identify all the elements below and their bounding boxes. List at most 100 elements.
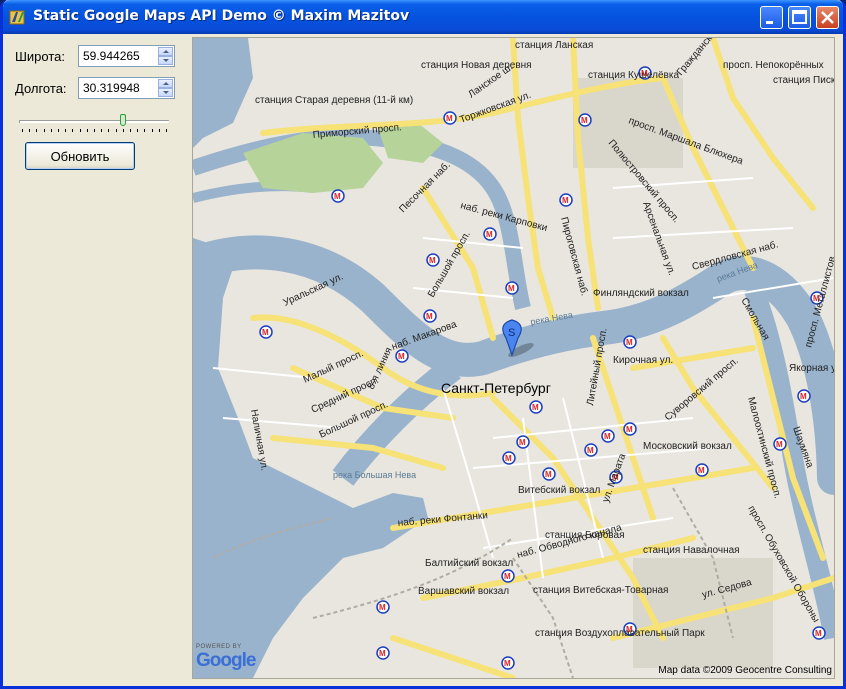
zoom-slider-tick — [36, 129, 37, 132]
metro-icon: M — [623, 422, 637, 436]
zoom-slider-tick — [108, 129, 109, 132]
svg-text:M: M — [262, 328, 269, 337]
svg-text:M: M — [446, 114, 453, 123]
map-attribution: Map data ©2009 Geocentre Consulting — [658, 665, 832, 676]
zoom-slider-tick — [166, 129, 167, 132]
map-label: просп. Непокорённых — [723, 60, 824, 71]
map-label: станция Кушелёвка — [588, 70, 679, 81]
metro-icon: M — [516, 435, 530, 449]
map-label: станция Пискарёвка — [773, 75, 834, 86]
metro-icon: M — [559, 193, 573, 207]
metro-icon: M — [601, 429, 615, 443]
controls-panel: Широта: Долгота: Обновить — [3, 34, 191, 686]
svg-text:M: M — [532, 403, 539, 412]
zoom-slider-tick — [72, 129, 73, 132]
longitude-spin-buttons — [158, 79, 173, 97]
svg-text:M: M — [581, 116, 588, 125]
zoom-slider-tick — [44, 129, 45, 132]
google-logo[interactable]: POWERED BY Google — [196, 644, 256, 674]
latitude-increment-button[interactable] — [158, 47, 173, 56]
zoom-slider-tick — [65, 129, 66, 132]
svg-text:M: M — [587, 446, 594, 455]
svg-text:M: M — [379, 649, 386, 658]
zoom-slider-thumb[interactable] — [120, 114, 126, 126]
client-area: Широта: Долгота: Обновить — [3, 34, 843, 686]
latitude-input[interactable] — [81, 47, 161, 65]
metro-icon: M — [773, 437, 787, 451]
svg-text:M: M — [519, 438, 526, 447]
metro-icon: M — [395, 349, 409, 363]
window-title: Static Google Maps API Demo © Maxim Mazi… — [33, 8, 410, 24]
city-name-label: Санкт-Петербург — [441, 380, 551, 396]
longitude-decrement-button[interactable] — [158, 88, 173, 97]
map-label: Финляндский вокзал — [593, 288, 689, 299]
metro-icon: M — [623, 335, 637, 349]
svg-text:M: M — [486, 230, 493, 239]
longitude-spinbox[interactable] — [78, 77, 175, 99]
update-button[interactable]: Обновить — [25, 142, 135, 170]
longitude-input[interactable] — [81, 79, 161, 97]
svg-text:M: M — [504, 659, 511, 668]
minimize-icon — [766, 21, 773, 24]
svg-text:M: M — [334, 192, 341, 201]
svg-text:M: M — [398, 352, 405, 361]
minimize-button[interactable] — [760, 6, 783, 29]
map-view[interactable]: M M M M M M M M M M M M M M M M M M M M … — [192, 37, 835, 679]
metro-icon: M — [502, 451, 516, 465]
longitude-increment-button[interactable] — [158, 79, 173, 88]
metro-icon: M — [501, 569, 515, 583]
latitude-spinbox[interactable] — [78, 45, 175, 67]
svg-text:M: M — [504, 572, 511, 581]
metro-icon: M — [529, 400, 543, 414]
metro-icon: M — [505, 281, 519, 295]
app-window: Static Google Maps API Demo © Maxim Mazi… — [0, 0, 846, 689]
latitude-spin-buttons — [158, 47, 173, 65]
zoom-slider-tick — [87, 129, 88, 132]
zoom-slider-tick — [116, 129, 117, 132]
map-label: станция Старая деревня (11-й км) — [255, 95, 413, 106]
metro-icon: M — [483, 227, 497, 241]
metro-icon: M — [812, 626, 826, 640]
map-label: Варшавский вокзал — [418, 586, 509, 597]
maximize-button[interactable] — [788, 6, 811, 29]
map-label: река Большая Нева — [333, 470, 416, 480]
svg-text:M: M — [545, 470, 552, 479]
zoom-slider-track[interactable] — [19, 120, 169, 123]
svg-text:M: M — [626, 425, 633, 434]
metro-icon: M — [376, 646, 390, 660]
title-bar[interactable]: Static Google Maps API Demo © Maxim Mazi… — [3, 0, 843, 34]
metro-icon: M — [423, 309, 437, 323]
svg-text:M: M — [776, 440, 783, 449]
map-label: Якорная ул. — [789, 363, 834, 374]
zoom-slider-tick — [58, 129, 59, 132]
zoom-slider-tick — [51, 129, 52, 132]
metro-icon: M — [443, 111, 457, 125]
metro-icon: M — [259, 325, 273, 339]
svg-text:M: M — [505, 454, 512, 463]
svg-text:M: M — [815, 629, 822, 638]
close-icon — [821, 11, 834, 24]
zoom-slider-tick — [29, 129, 30, 132]
metro-icon: M — [501, 656, 515, 670]
svg-text:M: M — [508, 284, 515, 293]
map-label: станция Ланская — [515, 40, 593, 51]
close-button[interactable] — [816, 6, 839, 29]
app-icon — [9, 10, 25, 25]
latitude-decrement-button[interactable] — [158, 56, 173, 65]
map-label: станция Боровая — [545, 530, 624, 541]
map-image[interactable]: M M M M M M M M M M M M M M M M M M M M … — [193, 38, 834, 678]
metro-icon: M — [426, 253, 440, 267]
zoom-slider-tick — [144, 129, 145, 132]
google-logo-text: Google — [196, 650, 256, 671]
zoom-slider[interactable] — [19, 114, 171, 132]
svg-text:M: M — [800, 392, 807, 401]
marker-letter: S — [508, 327, 515, 339]
map-label: станция Витебская-Товарная — [533, 584, 668, 596]
metro-icon: M — [578, 113, 592, 127]
zoom-slider-tick — [80, 129, 81, 132]
svg-text:M: M — [604, 432, 611, 441]
metro-icon: M — [695, 463, 709, 477]
zoom-slider-tick — [123, 129, 124, 132]
map-label: станция Навалочная — [643, 545, 740, 556]
metro-icon: M — [376, 600, 390, 614]
